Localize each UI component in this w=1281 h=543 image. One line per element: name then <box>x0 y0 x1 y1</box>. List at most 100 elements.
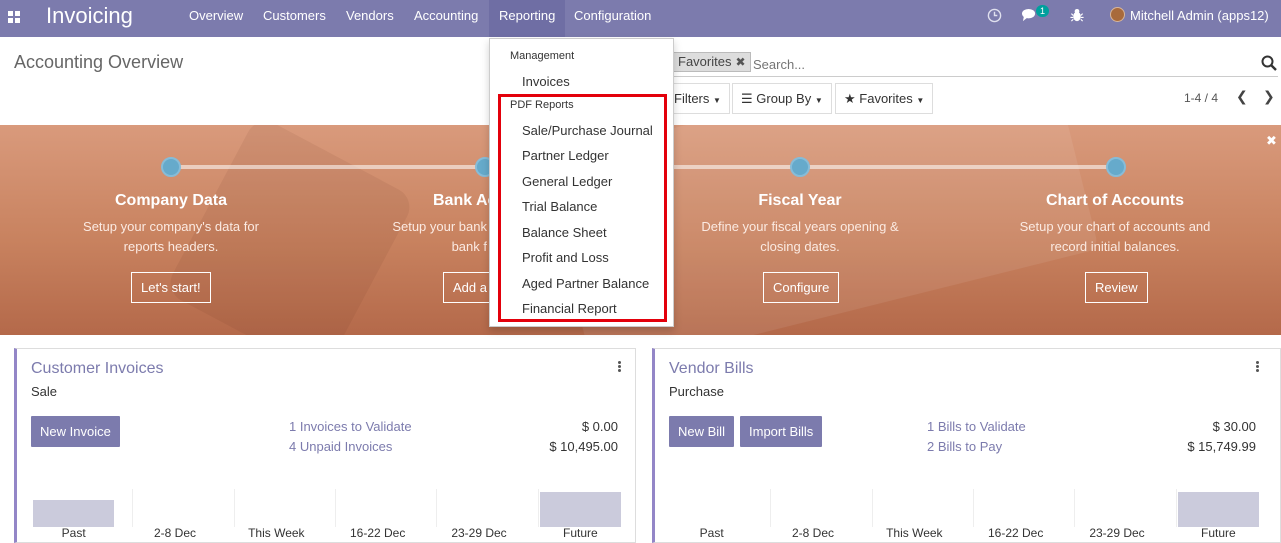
graph-label: Past <box>61 526 86 540</box>
card-title[interactable]: Customer Invoices <box>31 360 164 378</box>
menu-overview[interactable]: Overview <box>179 0 253 37</box>
pager-previous-icon[interactable]: ❮ <box>1236 88 1248 105</box>
graph-label: This Week <box>886 526 943 540</box>
graph-label: 16-22 Dec <box>987 526 1044 540</box>
menu-accounting[interactable]: Accounting <box>404 0 488 37</box>
new-invoice-button[interactable]: New Invoice <box>31 416 120 447</box>
caret-down-icon: ▼ <box>916 96 925 105</box>
filters-button[interactable]: Filters ▼ <box>672 83 730 114</box>
step-desc-line: Setup your bank <box>392 219 487 234</box>
user-avatar[interactable] <box>1110 7 1125 22</box>
menu-customers[interactable]: Customers <box>253 0 336 37</box>
step-dot <box>161 157 181 177</box>
amount-to-validate: $ 0.00 <box>581 419 618 434</box>
kebab-menu-icon[interactable] <box>618 361 622 373</box>
graph-label: 16-22 Dec <box>349 526 406 540</box>
graph-label: 2-8 Dec <box>791 526 835 540</box>
card-subtitle: Sale <box>31 384 58 399</box>
graph-column <box>233 489 335 527</box>
review-button[interactable]: Review <box>1085 272 1148 303</box>
card-subtitle: Purchase <box>669 384 724 399</box>
favorites-button[interactable]: ★ Favorites ▼ <box>835 83 934 114</box>
group-by-button[interactable]: ☰ Group By ▼ <box>732 83 832 114</box>
graph-label: 2-8 Dec <box>153 526 197 540</box>
graph-label: Future <box>1200 526 1236 540</box>
amount-to-pay: $ 15,749.99 <box>1187 439 1256 454</box>
search-icon[interactable] <box>1261 55 1277 71</box>
step-desc-line: reports headers. <box>123 239 219 254</box>
caret-down-icon: ▼ <box>814 96 823 105</box>
facet-label: Favorites <box>678 54 732 69</box>
favorites-label: Favorites <box>859 91 913 106</box>
top-navbar: Invoicing Overview Customers Vendors Acc… <box>0 0 1281 37</box>
customer-invoices-card: Customer Invoices Sale New Invoice 1 Inv… <box>14 348 636 543</box>
clock-icon[interactable] <box>987 8 1002 23</box>
pager-next-icon[interactable]: ❯ <box>1263 88 1275 105</box>
card-title[interactable]: Vendor Bills <box>669 360 754 378</box>
invoices-to-validate-link[interactable]: 1 Invoices to Validate <box>289 419 412 434</box>
invoice-graph[interactable] <box>31 489 635 527</box>
messages-badge: 1 <box>1036 5 1050 17</box>
graph-column <box>436 489 537 527</box>
filters-label: Filters <box>674 91 710 106</box>
new-bill-button[interactable]: New Bill <box>669 416 734 447</box>
bug-icon[interactable] <box>1070 8 1084 23</box>
menu-vendors[interactable]: Vendors <box>336 0 404 37</box>
graph-bar[interactable] <box>1177 492 1259 527</box>
group-by-label: Group By <box>756 91 812 106</box>
graph-column <box>669 489 770 527</box>
step-desc-line: Define your fiscal years opening & <box>701 219 899 234</box>
user-menu[interactable]: Mitchell Admin (apps12) <box>1130 8 1269 23</box>
graph-label: 23-29 Dec <box>1089 526 1145 540</box>
step-desc: Setup your bank bank f <box>255 217 487 257</box>
menu-reporting[interactable]: Reporting <box>489 0 566 37</box>
graph-column <box>1074 489 1175 527</box>
unpaid-invoices-link[interactable]: 4 Unpaid Invoices <box>289 439 392 454</box>
kebab-menu-icon[interactable] <box>1256 361 1260 373</box>
search-facet[interactable]: Favorites ✖ <box>673 52 751 72</box>
star-icon: ★ <box>844 91 856 106</box>
import-bills-button[interactable]: Import Bills <box>740 416 823 447</box>
apps-grid-icon[interactable] <box>8 11 22 25</box>
step-desc-line: record initial balances. <box>1050 239 1180 254</box>
graph-column <box>770 489 871 527</box>
graph-column <box>871 489 973 527</box>
pdf-reports-highlight <box>498 94 667 322</box>
graph-bar[interactable] <box>33 499 115 527</box>
lets-start-button[interactable]: Let's start! <box>131 272 211 303</box>
list-icon: ☰ <box>741 91 753 106</box>
menu-configuration[interactable]: Configuration <box>564 0 661 37</box>
step-desc-line: closing dates. <box>760 239 840 254</box>
bills-to-pay-link[interactable]: 2 Bills to Pay <box>927 439 1002 454</box>
step-desc-line: Setup your chart of accounts and <box>1019 219 1211 234</box>
app-name: Invoicing <box>46 3 133 28</box>
caret-down-icon: ▼ <box>713 96 721 105</box>
dropdown-section-management: Management <box>510 50 575 62</box>
pager-value[interactable]: 1-4 / 4 <box>1184 91 1218 105</box>
search-input[interactable] <box>753 55 1253 73</box>
step-title-fiscal-year: Fiscal Year <box>758 192 842 209</box>
step-title-company-data: Company Data <box>114 192 228 209</box>
vendor-bills-card: Vendor Bills Purchase New Bill Import Bi… <box>652 348 1281 543</box>
amount-unpaid: $ 10,495.00 <box>549 439 618 454</box>
graph-label: Past <box>699 526 724 540</box>
facet-remove-icon[interactable]: ✖ <box>735 55 745 69</box>
amount-to-validate: $ 30.00 <box>1212 419 1256 434</box>
bills-to-validate-link[interactable]: 1 Bills to Validate <box>927 419 1026 434</box>
step-desc: Define your fiscal years opening & closin… <box>670 217 930 257</box>
step-dot <box>790 157 810 177</box>
graph-label: 23-29 Dec <box>451 526 507 540</box>
bills-graph[interactable] <box>669 489 1277 527</box>
page-title: Accounting Overview <box>14 52 184 72</box>
step-dot <box>1106 157 1126 177</box>
configure-button[interactable]: Configure <box>763 272 840 303</box>
graph-column <box>132 489 233 527</box>
menu-item-invoices[interactable]: Invoices <box>522 74 570 89</box>
step-title-chart-of-accounts: Chart of Accounts <box>1045 192 1185 209</box>
graph-bar[interactable] <box>539 492 621 527</box>
step-desc-line: Setup your company's data for <box>83 219 259 234</box>
close-icon[interactable]: ✖ <box>1266 133 1277 149</box>
graph-column <box>335 489 436 527</box>
step-desc-line: bank f <box>451 239 487 254</box>
graph-label: This Week <box>248 526 305 540</box>
